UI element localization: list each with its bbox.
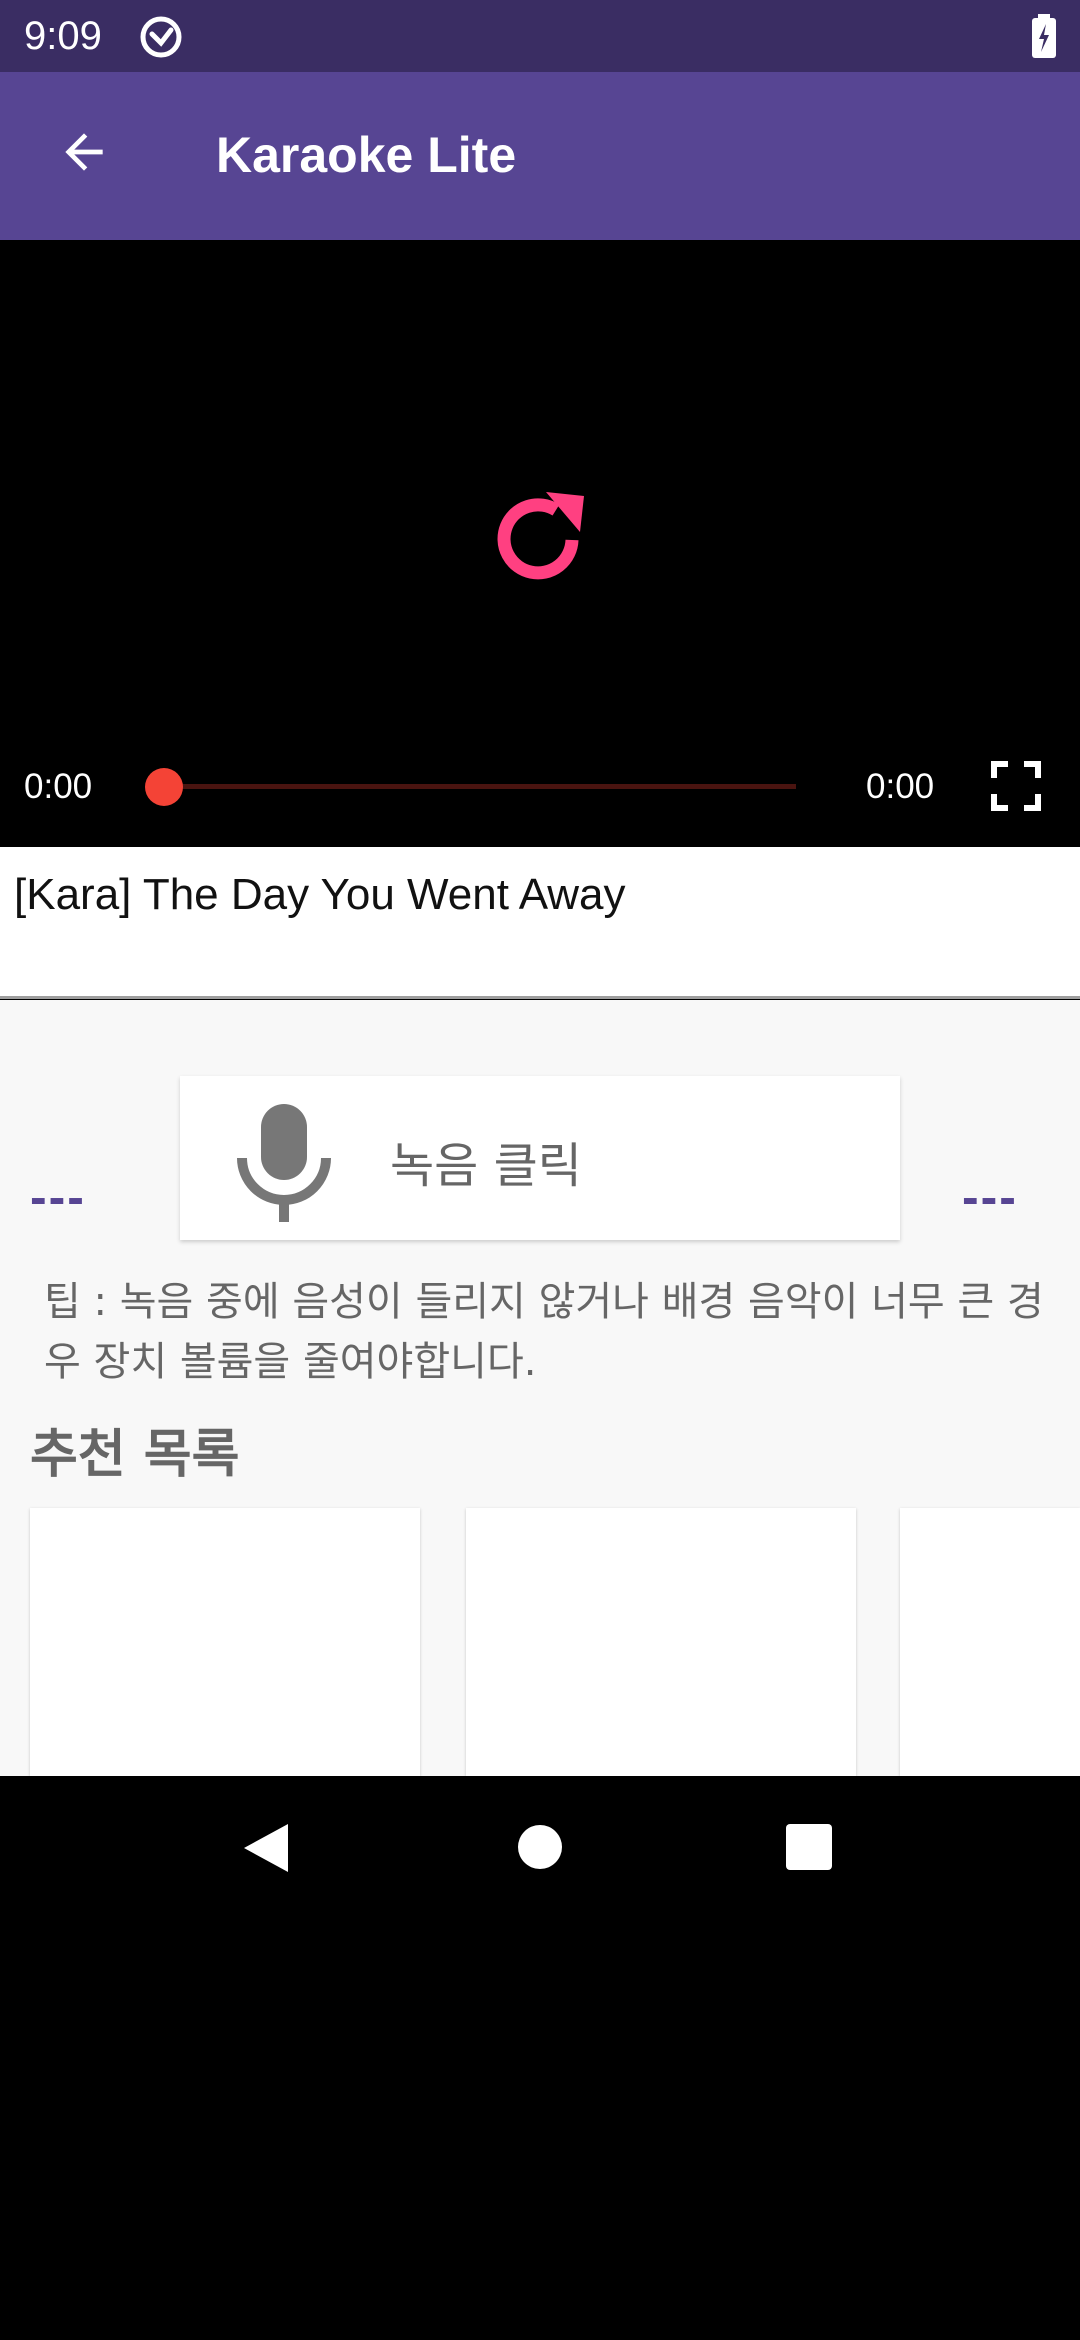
- record-label: 녹음 클릭: [390, 1138, 582, 1194]
- app-bar: [0, 72, 1080, 240]
- dash-left: ---: [30, 1169, 86, 1225]
- recommended-card[interactable]: [466, 1508, 856, 1776]
- tip-text: 팁 : 녹음 중에 음성이 들리지 않거나 배경 음악이 너무 큰 경우 장치 …: [44, 1279, 1044, 1385]
- mic-icon: [237, 1104, 331, 1222]
- nav-recents-icon[interactable]: [786, 1824, 832, 1870]
- arrow-back-icon: [65, 133, 103, 171]
- seek-bar[interactable]: [164, 784, 796, 789]
- back-button[interactable]: [44, 112, 124, 192]
- status-time: 9:09: [24, 14, 102, 58]
- seek-thumb[interactable]: [145, 768, 183, 806]
- dash-right: ---: [962, 1169, 1018, 1225]
- app-title: Karaoke Lite: [216, 127, 517, 183]
- recommended-card[interactable]: [30, 1508, 420, 1776]
- battery-charging-icon: [1032, 14, 1056, 58]
- sync-icon: [140, 16, 182, 58]
- nav-back-icon[interactable]: [242, 1822, 290, 1874]
- recommended-title: 추천 목록: [30, 1425, 240, 1485]
- song-title: [Kara] The Day You Went Away: [14, 870, 626, 919]
- current-time: 0:00: [24, 767, 93, 806]
- total-time: 0:00: [866, 767, 935, 806]
- replay-icon[interactable]: [484, 484, 596, 596]
- fullscreen-icon[interactable]: [990, 760, 1042, 812]
- recommended-card[interactable]: [900, 1508, 1080, 1776]
- nav-home-icon[interactable]: [518, 1825, 562, 1869]
- status-bar: 9:09: [0, 0, 1080, 72]
